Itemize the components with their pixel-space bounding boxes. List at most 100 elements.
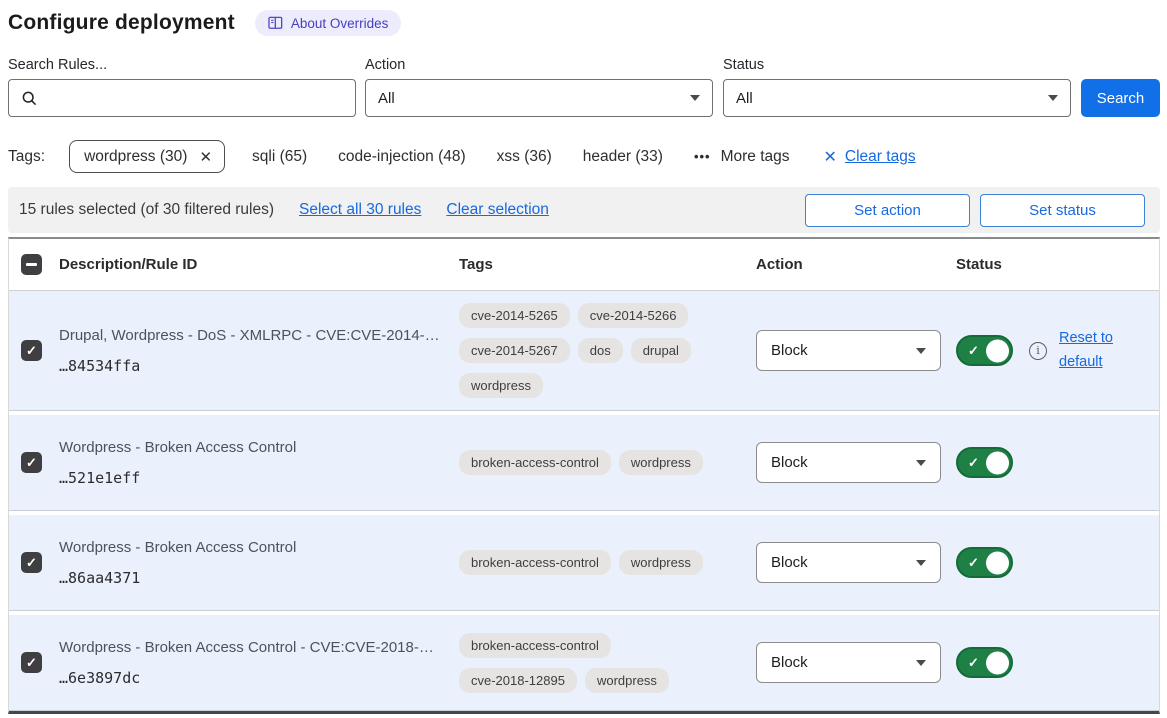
action-select[interactable]: Block (756, 442, 941, 483)
tag-filter[interactable]: sqli (65) (252, 148, 307, 166)
reset-to-default-link[interactable]: Reset to default (1059, 327, 1125, 375)
rule-description: Wordpress - Broken Access Control (59, 439, 441, 456)
column-header-action: Action (756, 256, 956, 273)
rule-tags: broken-access-control wordpress (459, 550, 709, 575)
tag-badge: cve-2018-12895 (459, 668, 577, 693)
table-header-row: Description/Rule ID Tags Action Status (9, 239, 1159, 291)
rule-tags: cve-2014-5265 cve-2014-5266 cve-2014-5267 d… (459, 303, 709, 398)
row-checkbox[interactable]: ✓ (21, 452, 42, 473)
toggle-knob (986, 651, 1009, 674)
tag-badge: broken-access-control (459, 450, 611, 475)
row-checkbox[interactable]: ✓ (21, 552, 42, 573)
row-checkbox[interactable]: ✓ (21, 340, 42, 361)
tag-badge: cve-2014-5267 (459, 338, 570, 363)
check-icon: ✓ (26, 456, 37, 469)
action-filter-select[interactable]: All (365, 79, 713, 117)
column-header-status: Status (956, 256, 1159, 273)
action-select-value: Block (771, 554, 808, 571)
tag-badge: wordpress (585, 668, 669, 693)
toggle-check-icon: ✓ (968, 555, 979, 571)
clear-selection-link[interactable]: Clear selection (446, 201, 549, 219)
tag-filter-list: sqli (65) code-injection (48) xss (36) head… (252, 148, 663, 166)
rule-description: Wordpress - Broken Access Control - CVE:… (59, 639, 441, 656)
tag-badge: wordpress (619, 550, 703, 575)
row-checkbox[interactable]: ✓ (21, 652, 42, 673)
tag-badge: wordpress (619, 450, 703, 475)
tag-badge: broken-access-control (459, 550, 611, 575)
tag-filter[interactable]: xss (36) (497, 148, 552, 166)
select-all-checkbox[interactable] (21, 254, 42, 275)
tags-label: Tags: (8, 148, 45, 166)
search-icon (21, 90, 38, 107)
status-filter-select[interactable]: All (723, 79, 1071, 117)
filters-row: Search Rules... Action All Status All (8, 57, 1160, 117)
chevron-down-icon (1048, 95, 1058, 101)
tag-filter[interactable]: code-injection (48) (338, 148, 466, 166)
ellipsis-icon: ••• (694, 149, 711, 164)
toggle-check-icon: ✓ (968, 455, 979, 471)
status-toggle[interactable]: ✓ (956, 447, 1013, 478)
status-toggle[interactable]: ✓ (956, 547, 1013, 578)
selection-summary: 15 rules selected (of 30 filtered rules) (19, 201, 274, 219)
chevron-down-icon (916, 348, 926, 354)
more-tags-label: More tags (721, 148, 790, 166)
chevron-down-icon (916, 660, 926, 666)
tags-bar: Tags: wordpress (30) ✕ sqli (65) code-inj… (8, 140, 1160, 173)
toggle-check-icon: ✓ (968, 343, 979, 359)
toggle-knob (986, 551, 1009, 574)
action-select[interactable]: Block (756, 642, 941, 683)
page-title: Configure deployment (8, 11, 235, 35)
selected-tag-wordpress[interactable]: wordpress (30) ✕ (69, 140, 225, 173)
remove-tag-icon[interactable]: ✕ (199, 148, 212, 166)
tag-filter[interactable]: header (33) (583, 148, 663, 166)
search-input[interactable] (8, 79, 356, 117)
toggle-knob (986, 451, 1009, 474)
table-row: ✓ Wordpress - Broken Access Control …86a… (9, 515, 1159, 611)
set-status-button[interactable]: Set status (980, 194, 1145, 227)
table-row: ✓ Drupal, Wordpress - DoS - XMLRPC - CVE… (9, 291, 1159, 411)
set-action-button[interactable]: Set action (805, 194, 970, 227)
book-icon (268, 16, 283, 30)
action-select[interactable]: Block (756, 542, 941, 583)
action-select-value: Block (771, 654, 808, 671)
rules-table: Description/Rule ID Tags Action Status ✓… (8, 237, 1160, 714)
rule-id: …6e3897dc (59, 669, 441, 687)
action-select[interactable]: Block (756, 330, 941, 371)
tag-badge: drupal (631, 338, 691, 363)
action-filter-label: Action (365, 57, 713, 73)
search-rules-label: Search Rules... (8, 57, 356, 73)
table-row: ✓ Wordpress - Broken Access Control - CV… (9, 615, 1159, 711)
rule-id: …86aa4371 (59, 569, 441, 587)
toggle-check-icon: ✓ (968, 655, 979, 671)
page-header: Configure deployment About Overrides (8, 10, 1160, 36)
chevron-down-icon (916, 560, 926, 566)
search-button[interactable]: Search (1081, 79, 1160, 117)
clear-tags-button[interactable]: ✕ Clear tags (824, 147, 916, 167)
indeterminate-icon (26, 263, 37, 266)
tag-badge: cve-2014-5266 (578, 303, 689, 328)
clear-tags-label: Clear tags (845, 148, 916, 166)
status-toggle[interactable]: ✓ (956, 647, 1013, 678)
chevron-down-icon (690, 95, 700, 101)
more-tags-button[interactable]: ••• More tags (694, 148, 790, 166)
rule-description: Wordpress - Broken Access Control (59, 539, 441, 556)
tag-badge: broken-access-control (459, 633, 611, 658)
selected-tag-label: wordpress (30) (84, 148, 187, 166)
status-toggle[interactable]: ✓ (956, 335, 1013, 366)
configure-deployment-page: Configure deployment About Overrides Sea… (0, 0, 1167, 718)
tag-badge: wordpress (459, 373, 543, 398)
select-all-link[interactable]: Select all 30 rules (299, 201, 421, 219)
about-overrides-label: About Overrides (291, 16, 389, 31)
table-row: ✓ Wordpress - Broken Access Control …521… (9, 415, 1159, 511)
rule-tags: broken-access-control cve-2018-12895 wordp… (459, 633, 709, 693)
status-filter-value: All (736, 90, 753, 107)
tag-badge: dos (578, 338, 623, 363)
clear-tags-x-icon: ✕ (824, 147, 837, 167)
action-select-value: Block (771, 342, 808, 359)
about-overrides-badge[interactable]: About Overrides (255, 10, 402, 36)
rule-id: …84534ffa (59, 357, 441, 375)
selection-bar: 15 rules selected (of 30 filtered rules)… (8, 187, 1160, 233)
rule-id: …521e1eff (59, 469, 441, 487)
info-icon[interactable]: i (1029, 342, 1047, 360)
tag-badge: cve-2014-5265 (459, 303, 570, 328)
